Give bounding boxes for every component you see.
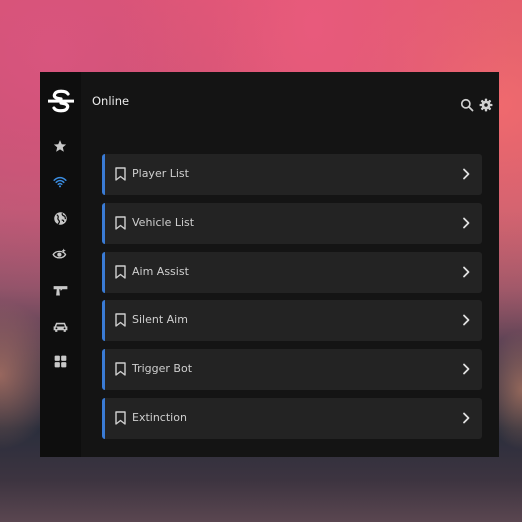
menu-item-label: Player List xyxy=(132,167,189,180)
search-icon[interactable] xyxy=(460,98,474,112)
menu-item-label: Silent Aim xyxy=(132,313,188,327)
gear-icon[interactable] xyxy=(479,98,493,112)
chevron-right-icon xyxy=(463,168,470,180)
menu-item-silent-aim[interactable]: Silent Aim xyxy=(102,300,482,342)
sidebar-item-misc[interactable] xyxy=(50,351,70,371)
s-logo-icon xyxy=(48,89,74,113)
menu-item-label: Vehicle List xyxy=(132,215,195,229)
page-title: Online xyxy=(92,94,130,108)
sidebar-item-world[interactable] xyxy=(50,208,70,228)
sidebar-item-favorites[interactable] xyxy=(50,136,70,156)
eye-target-icon xyxy=(52,248,67,259)
bookmark-icon xyxy=(115,411,126,425)
menu-item-player-list[interactable]: Player List xyxy=(102,154,482,195)
bookmark-icon xyxy=(115,167,126,181)
sidebar-item-online[interactable] xyxy=(50,172,70,192)
menu-item-trigger-bot[interactable]: Trigger Bot xyxy=(102,349,482,391)
sidebar-item-vehicles[interactable] xyxy=(50,316,70,336)
sidebar-item-aim[interactable] xyxy=(50,244,70,264)
feature-list: Player List Vehicle List Aim Assist Sile… xyxy=(102,154,482,447)
bookmark-icon xyxy=(115,362,126,376)
sidebar xyxy=(40,72,81,457)
bookmark-icon xyxy=(115,264,126,279)
wifi-icon xyxy=(53,176,67,188)
menu-window: Online Player List Vehicle List Aim Assi… xyxy=(40,72,499,457)
menu-item-label: Extinction xyxy=(132,410,187,424)
grid-icon xyxy=(54,355,66,367)
bookmark-icon xyxy=(115,313,126,328)
globe-icon xyxy=(53,211,67,225)
chevron-right-icon xyxy=(463,217,470,229)
star-icon xyxy=(53,140,67,152)
car-icon xyxy=(53,322,67,332)
menu-item-label: Aim Assist xyxy=(132,264,189,278)
menu-item-vehicle-list[interactable]: Vehicle List xyxy=(102,202,482,244)
gun-icon xyxy=(53,285,67,295)
sidebar-item-weapons[interactable] xyxy=(50,280,70,300)
chevron-right-icon xyxy=(463,412,470,424)
menu-item-extinction[interactable]: Extinction xyxy=(102,397,482,439)
chevron-right-icon xyxy=(463,314,470,326)
menu-item-aim-assist[interactable]: Aim Assist xyxy=(102,251,482,293)
menu-item-label: Trigger Bot xyxy=(132,362,193,376)
chevron-right-icon xyxy=(463,266,470,277)
chevron-right-icon xyxy=(463,363,470,375)
bookmark-icon xyxy=(115,216,126,230)
